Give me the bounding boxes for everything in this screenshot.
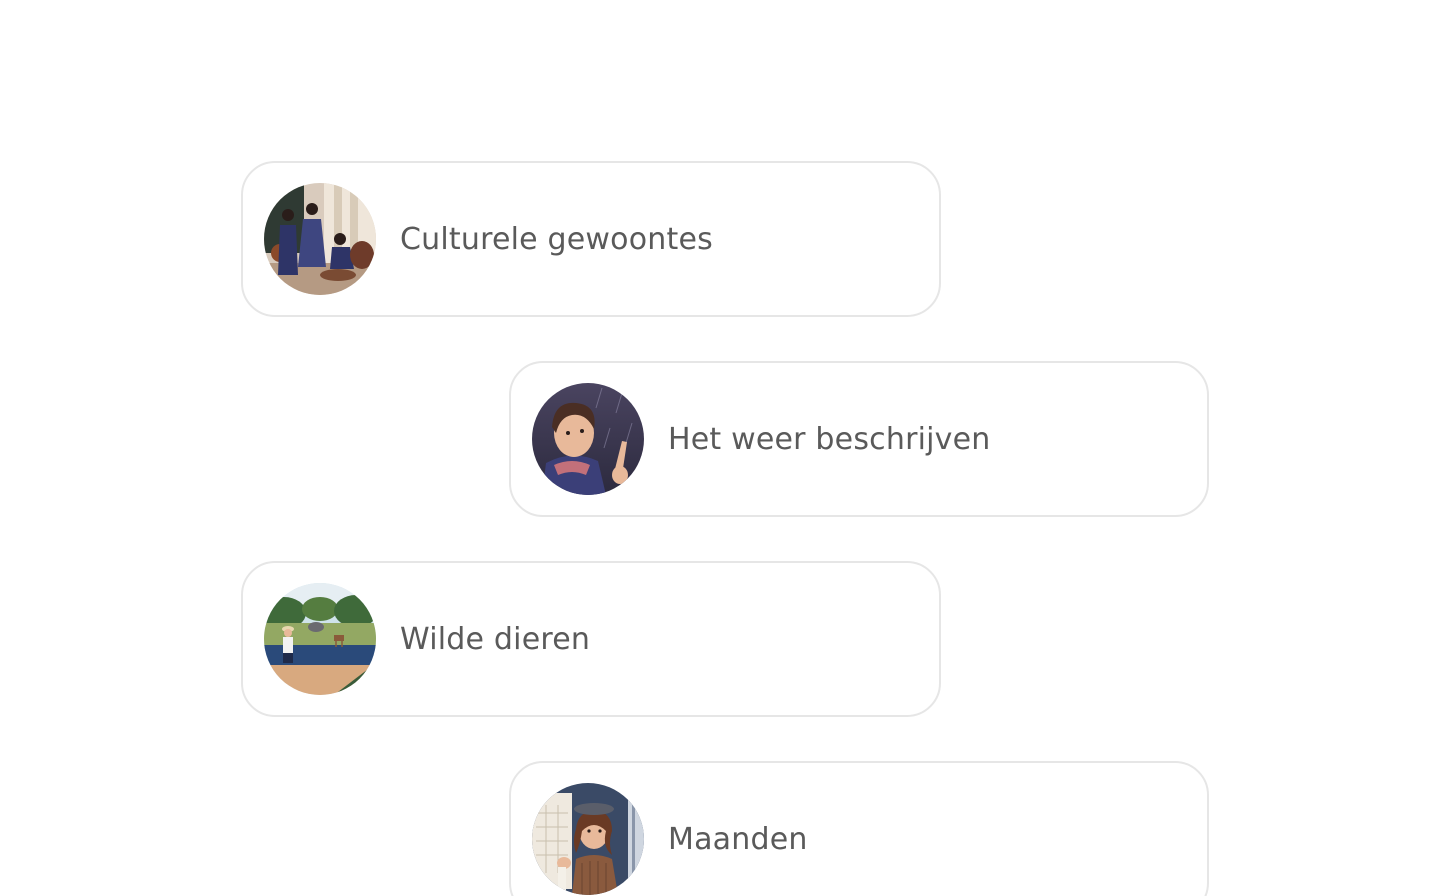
topic-label: Het weer beschrijven — [668, 421, 991, 457]
cultural-customs-icon — [264, 183, 376, 295]
topic-card-weather[interactable]: Het weer beschrijven — [509, 361, 1209, 517]
topic-card-wild-animals[interactable]: Wilde dieren — [241, 561, 941, 717]
topic-card-months[interactable]: Maanden — [509, 761, 1209, 896]
topic-label: Maanden — [668, 821, 808, 857]
topic-label: Culturele gewoontes — [400, 221, 713, 257]
calendar-woman-icon — [532, 783, 644, 895]
topic-label: Wilde dieren — [400, 621, 591, 657]
topic-list: Culturele gewoontes Het weer beschrijven… — [0, 0, 1440, 896]
weather-boy-icon — [532, 383, 644, 495]
topic-card-cultural-customs[interactable]: Culturele gewoontes — [241, 161, 941, 317]
wild-animals-icon — [264, 583, 376, 695]
